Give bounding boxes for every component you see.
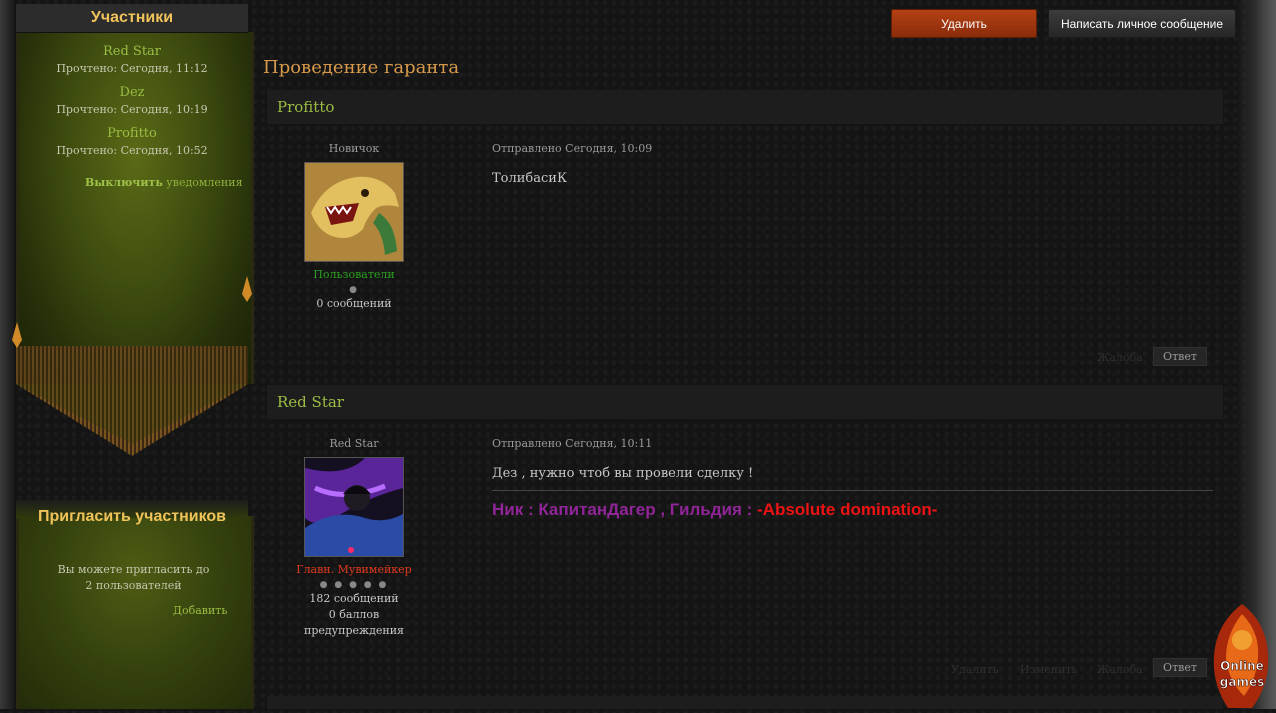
- notify-rest: уведомления: [166, 176, 243, 189]
- invite-title: Пригласить участников: [37, 508, 226, 525]
- spike-ornament-left: [12, 322, 22, 348]
- post-header: Profitto: [267, 90, 1223, 124]
- right-rock-border: [1236, 0, 1276, 709]
- logo-line2: games: [1220, 675, 1264, 689]
- signature-guild: -Absolute domination-: [757, 500, 938, 519]
- author-rank: Red Star: [329, 437, 379, 450]
- post-header-next: [267, 696, 1223, 709]
- post-author-info: Red Star Главн. Мувимейкер ● ● ● ● ● 182…: [284, 437, 424, 639]
- participants-title: Участники: [16, 4, 248, 33]
- author-post-count: 0 сообщений: [316, 297, 392, 310]
- invite-description: Вы можете пригласить до 2 пользователей: [57, 563, 210, 592]
- author-post-count: 182 сообщений: [309, 592, 399, 605]
- banner-fringe: [16, 346, 248, 384]
- post-date: Отправлено Сегодня, 10:09: [492, 142, 653, 155]
- member-name[interactable]: Red Star: [16, 44, 248, 60]
- post-body: Дез , нужно чтоб вы провели сделку !: [492, 466, 754, 481]
- online-games-logo[interactable]: Online games: [1208, 604, 1276, 709]
- banner-tail: [16, 384, 248, 456]
- post-author-link[interactable]: Profitto: [277, 98, 334, 116]
- post-signature: Ник : КапитанДагер , Гильдия : -Absolute…: [492, 500, 937, 520]
- author-group: Пользователи: [313, 268, 395, 281]
- author-warnings: 0 баллов предупреждения: [303, 608, 404, 637]
- author-group: Главн. Мувимейкер: [296, 563, 412, 576]
- logo-line1: Online: [1220, 659, 1264, 673]
- member-read-time: Прочтено: Сегодня, 11:12: [56, 62, 208, 75]
- rank-pips: ●: [349, 285, 359, 295]
- author-rank: Новичок: [328, 142, 380, 155]
- delete-conversation-button[interactable]: Удалить: [891, 9, 1037, 38]
- reply-button[interactable]: Ответ: [1153, 658, 1207, 677]
- reply-button[interactable]: Ответ: [1153, 347, 1207, 366]
- member-item: Red Star Прочтено: Сегодня, 11:12: [16, 44, 248, 76]
- post-header: Red Star: [267, 385, 1223, 419]
- member-read-time: Прочтено: Сегодня, 10:19: [56, 103, 208, 116]
- report-link[interactable]: Жалоба: [1097, 663, 1143, 676]
- notifications-toggle-link[interactable]: Выключить уведомления: [85, 176, 243, 189]
- post-date: Отправлено Сегодня, 10:11: [492, 437, 653, 450]
- edit-post-link[interactable]: Изменить: [1020, 663, 1077, 676]
- avatar[interactable]: [304, 457, 404, 557]
- signature-text: Ник : КапитанДагер , Гильдия :: [492, 500, 757, 519]
- page-title: Проведение гаранта: [263, 57, 460, 78]
- spike-ornament-right: [242, 276, 252, 302]
- member-name[interactable]: Profitto: [16, 126, 248, 142]
- member-item: Dez Прочтено: Сегодня, 10:19: [16, 85, 248, 117]
- post-body: ТолибасиК: [492, 171, 568, 186]
- member-item: Profitto Прочтено: Сегодня, 10:52: [16, 126, 248, 158]
- invite-add-link[interactable]: Добавить: [173, 604, 227, 617]
- post-author-link[interactable]: Red Star: [277, 393, 344, 411]
- notify-strong: Выключить: [85, 176, 163, 189]
- left-border: [0, 0, 14, 709]
- delete-post-link[interactable]: Удалить: [951, 663, 999, 676]
- write-private-message-button[interactable]: Написать личное сообщение: [1048, 9, 1236, 38]
- member-name[interactable]: Dez: [16, 85, 248, 101]
- post-author-info: Новичок Пользователи ● 0 сообщений: [284, 142, 424, 312]
- report-link[interactable]: Жалоба: [1097, 351, 1143, 364]
- member-read-time: Прочтено: Сегодня, 10:52: [56, 144, 208, 157]
- avatar[interactable]: [304, 162, 404, 262]
- rank-pips: ● ● ● ● ●: [319, 580, 389, 590]
- signature-divider: [492, 490, 1213, 491]
